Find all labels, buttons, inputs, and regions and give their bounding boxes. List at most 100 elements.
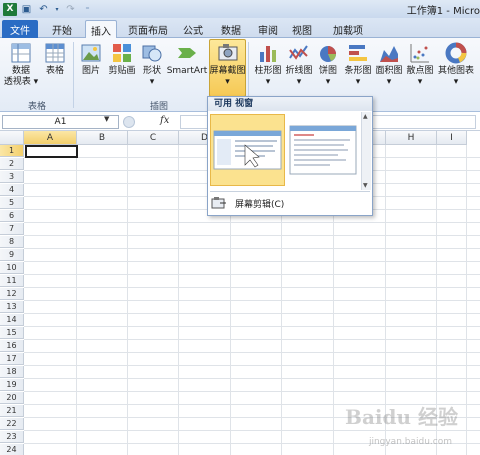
other-charts-button[interactable]: 其他图表 ▾ [437,42,475,88]
clipart-icon [111,42,133,64]
group-separator [73,42,74,108]
row-header[interactable]: 9 [0,249,24,261]
row-header[interactable]: 6 [0,210,24,222]
row-header[interactable]: 24 [0,444,24,455]
gridline-horizontal [24,352,480,353]
table-button[interactable]: 表格 [42,42,68,77]
smartart-icon [176,42,198,64]
column-header[interactable]: H [386,131,437,145]
dropdown-scrollbar[interactable]: ▲ ▼ [361,112,371,190]
gridline-horizontal [24,300,480,301]
window-thumbnail-2[interactable] [286,114,361,186]
tab-review[interactable]: 审阅 [253,20,283,38]
picture-button[interactable]: 图片 [78,42,104,77]
screenshot-dropdown: 可用 视窗 ▲ ▼ 屏幕剪辑(C) [207,96,373,216]
tab-file[interactable]: 文件 [2,20,38,38]
row-header[interactable]: 7 [0,223,24,235]
shapes-button[interactable]: 形状 ▾ [140,42,164,88]
screenshot-label: 屏幕截图 ▾ [209,66,246,87]
column-header[interactable]: A [24,131,77,145]
name-box-dropdown-icon[interactable]: ▼ [104,115,109,123]
shapes-label: 形状 ▾ [142,66,161,87]
scroll-up-icon[interactable]: ▲ [363,113,368,120]
area-chart-button[interactable]: 面积图 ▾ [374,42,404,88]
row-header[interactable]: 18 [0,366,24,378]
window-title: 工作簿1 - Micro [406,6,480,17]
column-chart-label: 柱形图 ▾ [254,66,282,87]
pivot-table-icon [10,42,32,64]
picture-label: 图片 [81,66,100,76]
gridline-horizontal [24,287,480,288]
column-header[interactable]: C [128,131,179,145]
row-header[interactable]: 21 [0,405,24,417]
tab-insert[interactable]: 插入 [85,20,117,39]
name-box[interactable]: A1 [2,115,119,129]
gridline-horizontal [24,261,480,262]
column-header[interactable]: I [437,131,467,145]
insert-function-button[interactable]: fx [160,115,169,126]
available-windows-header: 可用 视窗 [208,97,372,111]
screen-clipping-item[interactable]: 屏幕剪辑(C) [211,194,369,212]
row-header[interactable]: 11 [0,275,24,287]
line-chart-icon [288,42,310,64]
row-header[interactable]: 23 [0,431,24,443]
pivot-table-button[interactable]: 数据 透视表 ▾ [4,42,38,88]
line-chart-button[interactable]: 折线图 ▾ [284,42,314,88]
scatter-chart-button[interactable]: 散点图 ▾ [405,42,435,88]
tab-formulas[interactable]: 公式 [176,20,210,38]
clipart-button[interactable]: 剪贴画 [107,42,137,77]
row-header[interactable]: 16 [0,340,24,352]
tab-data[interactable]: 数据 [214,20,248,38]
row-header[interactable]: 10 [0,262,24,274]
row-header[interactable]: 2 [0,158,24,170]
redo-icon[interactable]: ↷ [63,2,78,16]
dropdown-small-icon[interactable]: ▾ [53,2,61,16]
tab-home[interactable]: 开始 [45,20,79,38]
row-header[interactable]: 13 [0,301,24,313]
title-bar: X ▣ ↶ ▾ ↷ ⁼ 工作簿1 - Micro [0,0,480,18]
row-header[interactable]: 5 [0,197,24,209]
row-header[interactable]: 15 [0,327,24,339]
customize-qat-icon[interactable]: ⁼ [80,2,95,16]
group-label-tables: 表格 [28,102,47,112]
select-all-corner[interactable] [0,131,24,145]
pie-chart-button[interactable]: 饼图 ▾ [317,42,339,88]
dropdown-separator [210,191,370,192]
window-thumbnail-1[interactable] [210,114,285,186]
row-header[interactable]: 20 [0,392,24,404]
gridline-horizontal [24,326,480,327]
row-header[interactable]: 17 [0,353,24,365]
column-chart-button[interactable]: 柱形图 ▾ [253,42,283,88]
shapes-icon [141,42,163,64]
row-header[interactable]: 14 [0,314,24,326]
scroll-down-icon[interactable]: ▼ [363,182,368,189]
row-header[interactable]: 22 [0,418,24,430]
bar-chart-button[interactable]: 条形图 ▾ [343,42,373,88]
column-header[interactable]: B [77,131,128,145]
gridline-horizontal [24,430,480,431]
save-icon[interactable]: ▣ [19,2,34,16]
cancel-edit-icon[interactable] [123,116,135,128]
window-thumbnail-preview-icon [289,125,357,175]
pie-chart-icon [317,42,339,64]
tab-addins[interactable]: 加载项 [327,20,369,38]
gridline-horizontal [24,339,480,340]
row-header[interactable]: 8 [0,236,24,248]
screenshot-camera-icon [217,42,239,64]
smartart-button[interactable]: SmartArt [167,42,207,77]
gridline-horizontal [24,222,480,223]
active-cell-a1[interactable] [25,145,78,158]
pivot-table-label: 数据 透视表 ▾ [3,66,39,87]
screenshot-button[interactable]: 屏幕截图 ▾ [209,39,246,97]
screen-clipping-icon [211,197,227,209]
tab-page-layout[interactable]: 页面布局 [124,20,172,38]
row-header[interactable]: 4 [0,184,24,196]
row-header[interactable]: 1 [0,145,24,157]
tab-view[interactable]: 视图 [287,20,317,38]
row-header[interactable]: 19 [0,379,24,391]
scatter-chart-label: 散点图 ▾ [406,66,434,87]
excel-logo-icon: X [3,2,17,16]
undo-icon[interactable]: ↶ [36,2,51,16]
row-header[interactable]: 3 [0,171,24,183]
row-header[interactable]: 12 [0,288,24,300]
